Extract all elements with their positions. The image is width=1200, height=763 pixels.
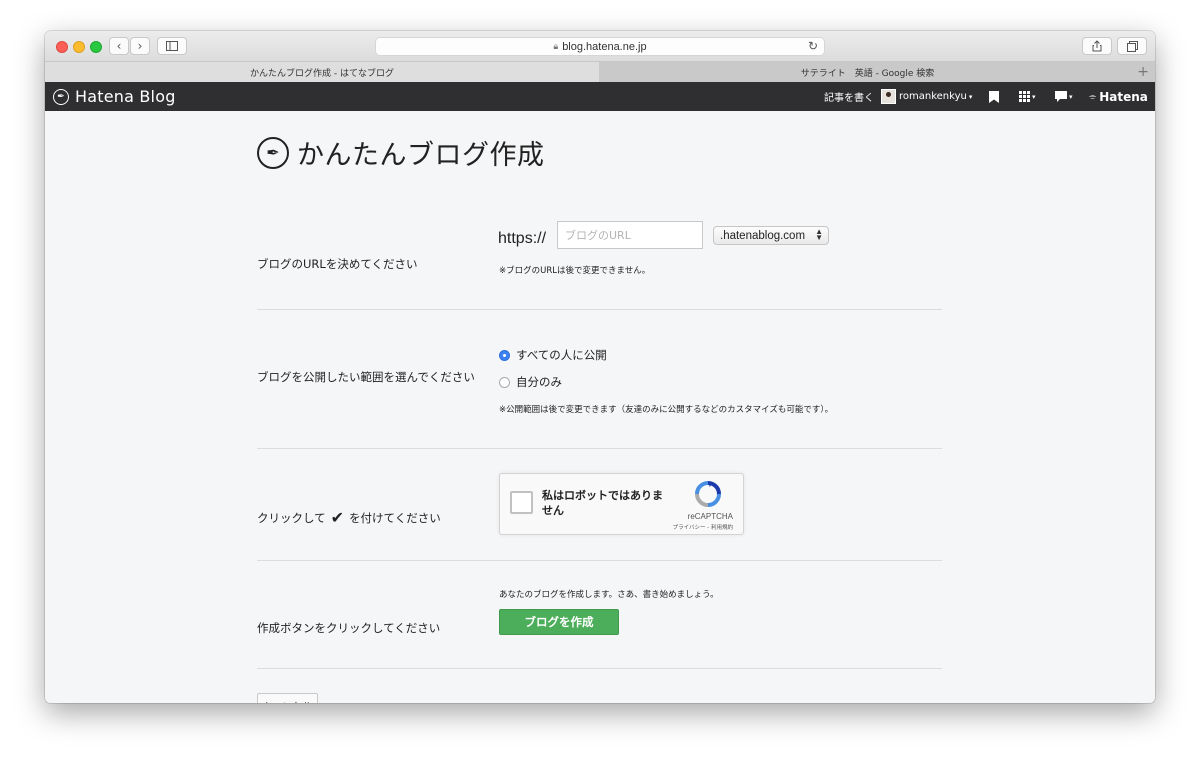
- visibility-note: ※公開範囲は後で変更できます（友達のみに公開するなどのカスタマイズも可能です）。: [499, 405, 834, 415]
- user-menu[interactable]: romankenkyu ▾: [881, 82, 972, 111]
- bookmark-button[interactable]: [989, 82, 999, 111]
- recaptcha-terms-link[interactable]: プライバシー - 利用規約: [673, 523, 733, 531]
- forward-button[interactable]: ›: [130, 37, 150, 55]
- create-note: あなたのブログを作成します。さあ、書き始めましょう。: [499, 590, 719, 600]
- browser-window: ‹ › 🔒︎ blog.hatena.ne.jp ↻ かんたんブログ作成 - は…: [45, 31, 1155, 703]
- tab-google[interactable]: サテライト 英語 - Google 検索: [600, 62, 1135, 82]
- logo-text: Hatena Blog: [75, 87, 176, 106]
- radio-unselected[interactable]: [499, 376, 510, 388]
- section-divider: [257, 448, 942, 449]
- tabs-icon: [1126, 40, 1138, 52]
- pen-nib-icon: ✒︎: [53, 88, 69, 105]
- section-divider: [257, 668, 942, 669]
- bookmark-icon: [989, 90, 999, 103]
- visibility-option-public[interactable]: すべての人に公開: [499, 347, 607, 363]
- hatena-brand-link[interactable]: ⌯ Hatena: [1089, 82, 1148, 111]
- username: romankenkyu: [899, 91, 967, 102]
- address-text: blog.hatena.ne.jp: [562, 40, 647, 53]
- recaptcha-checkbox[interactable]: [510, 491, 533, 514]
- sidebar-icon: [166, 41, 178, 51]
- hatena-blog-logo[interactable]: ✒︎ Hatena Blog: [53, 87, 176, 106]
- radio-label: すべての人に公開: [516, 348, 607, 362]
- section-divider: [257, 560, 942, 561]
- visibility-option-private[interactable]: 自分のみ: [499, 374, 562, 390]
- lock-icon: 🔒︎: [553, 41, 559, 51]
- tab-label: かんたんブログ作成 - はてなブログ: [250, 68, 394, 79]
- select-arrows-icon: ▲ ▼: [815, 227, 823, 242]
- write-article-link[interactable]: 記事を書く: [824, 82, 874, 111]
- minimize-window-button[interactable]: [73, 41, 85, 53]
- apps-menu-button[interactable]: ▾: [1019, 82, 1036, 111]
- tab-hatena[interactable]: かんたんブログ作成 - はてなブログ: [45, 62, 599, 82]
- visibility-section-label: ブログを公開したい範囲を選んでください: [257, 370, 475, 384]
- blog-url-input[interactable]: [557, 221, 703, 249]
- tabs-overview-button[interactable]: [1117, 37, 1147, 55]
- create-section-label: 作成ボタンをクリックしてください: [257, 621, 441, 635]
- zoom-window-button[interactable]: [90, 41, 102, 53]
- title-bar: ‹ › 🔒︎ blog.hatena.ne.jp ↻: [45, 31, 1155, 62]
- reload-icon[interactable]: ↻: [808, 39, 818, 53]
- chevron-right-icon: ›: [137, 39, 143, 53]
- recaptcha-widget: 私はロボットではありません reCAPTCHA プライバシー - 利用規約: [499, 473, 744, 535]
- checkmark-icon: ✔: [330, 508, 345, 527]
- create-blog-button[interactable]: ブログを作成: [499, 609, 619, 635]
- radio-label: 自分のみ: [516, 375, 562, 389]
- page-title: ✒︎ かんたんブログ作成: [257, 133, 545, 172]
- captcha-label-before: クリックして: [257, 510, 326, 525]
- domain-select[interactable]: .hatenablog.com ▲ ▼: [713, 226, 829, 245]
- cancel-button[interactable]: キャンセル: [257, 693, 318, 703]
- url-note: ※ブログのURLは後で変更できません。: [499, 266, 651, 276]
- url-prefix: https://: [498, 230, 547, 247]
- hatena-header: ✒︎ Hatena Blog 記事を書く romankenkyu ▾ ▾ ▾ ⌯…: [45, 82, 1155, 111]
- speech-bubble-icon: [1055, 91, 1067, 102]
- section-divider: [257, 309, 942, 310]
- new-tab-button[interactable]: +: [1137, 64, 1149, 80]
- grid-icon: [1019, 91, 1030, 102]
- chevron-left-icon: ‹: [116, 39, 122, 53]
- pen-nib-icon: ✒︎: [257, 136, 289, 169]
- caret-down-icon: ▾: [1069, 92, 1073, 101]
- recaptcha-logo-icon: [695, 481, 721, 507]
- recaptcha-brand: reCAPTCHA: [687, 512, 733, 521]
- captcha-label-after: を付けてください: [349, 510, 441, 525]
- tab-label: サテライト 英語 - Google 検索: [800, 68, 935, 79]
- page-title-text: かんたんブログ作成: [297, 140, 545, 171]
- captcha-section-label: クリックして ✔ を付けてください: [257, 508, 441, 527]
- recaptcha-text: 私はロボットではありません: [542, 489, 663, 517]
- close-window-button[interactable]: [56, 41, 68, 53]
- radio-selected[interactable]: [499, 349, 510, 361]
- tab-bar: かんたんブログ作成 - はてなブログ サテライト 英語 - Google 検索 …: [45, 62, 1155, 83]
- address-bar[interactable]: 🔒︎ blog.hatena.ne.jp ↻: [375, 37, 825, 56]
- caret-down-icon: ▾: [1032, 92, 1036, 101]
- hatena-bird-icon: ⌯: [1089, 91, 1097, 102]
- share-icon: [1092, 40, 1102, 52]
- domain-select-value: .hatenablog.com: [720, 229, 806, 242]
- avatar: [881, 89, 896, 104]
- share-button[interactable]: [1082, 37, 1112, 55]
- hatena-brand-text: Hatena: [1099, 89, 1148, 104]
- sidebar-button[interactable]: [157, 37, 187, 55]
- main-content: ✒︎ かんたんブログ作成 ブログのURLを決めてください https:// .h…: [45, 111, 1155, 703]
- caret-down-icon: ▾: [968, 92, 973, 101]
- notifications-button[interactable]: ▾: [1055, 82, 1073, 111]
- back-button[interactable]: ‹: [109, 37, 129, 55]
- url-section-label: ブログのURLを決めてください: [257, 257, 418, 271]
